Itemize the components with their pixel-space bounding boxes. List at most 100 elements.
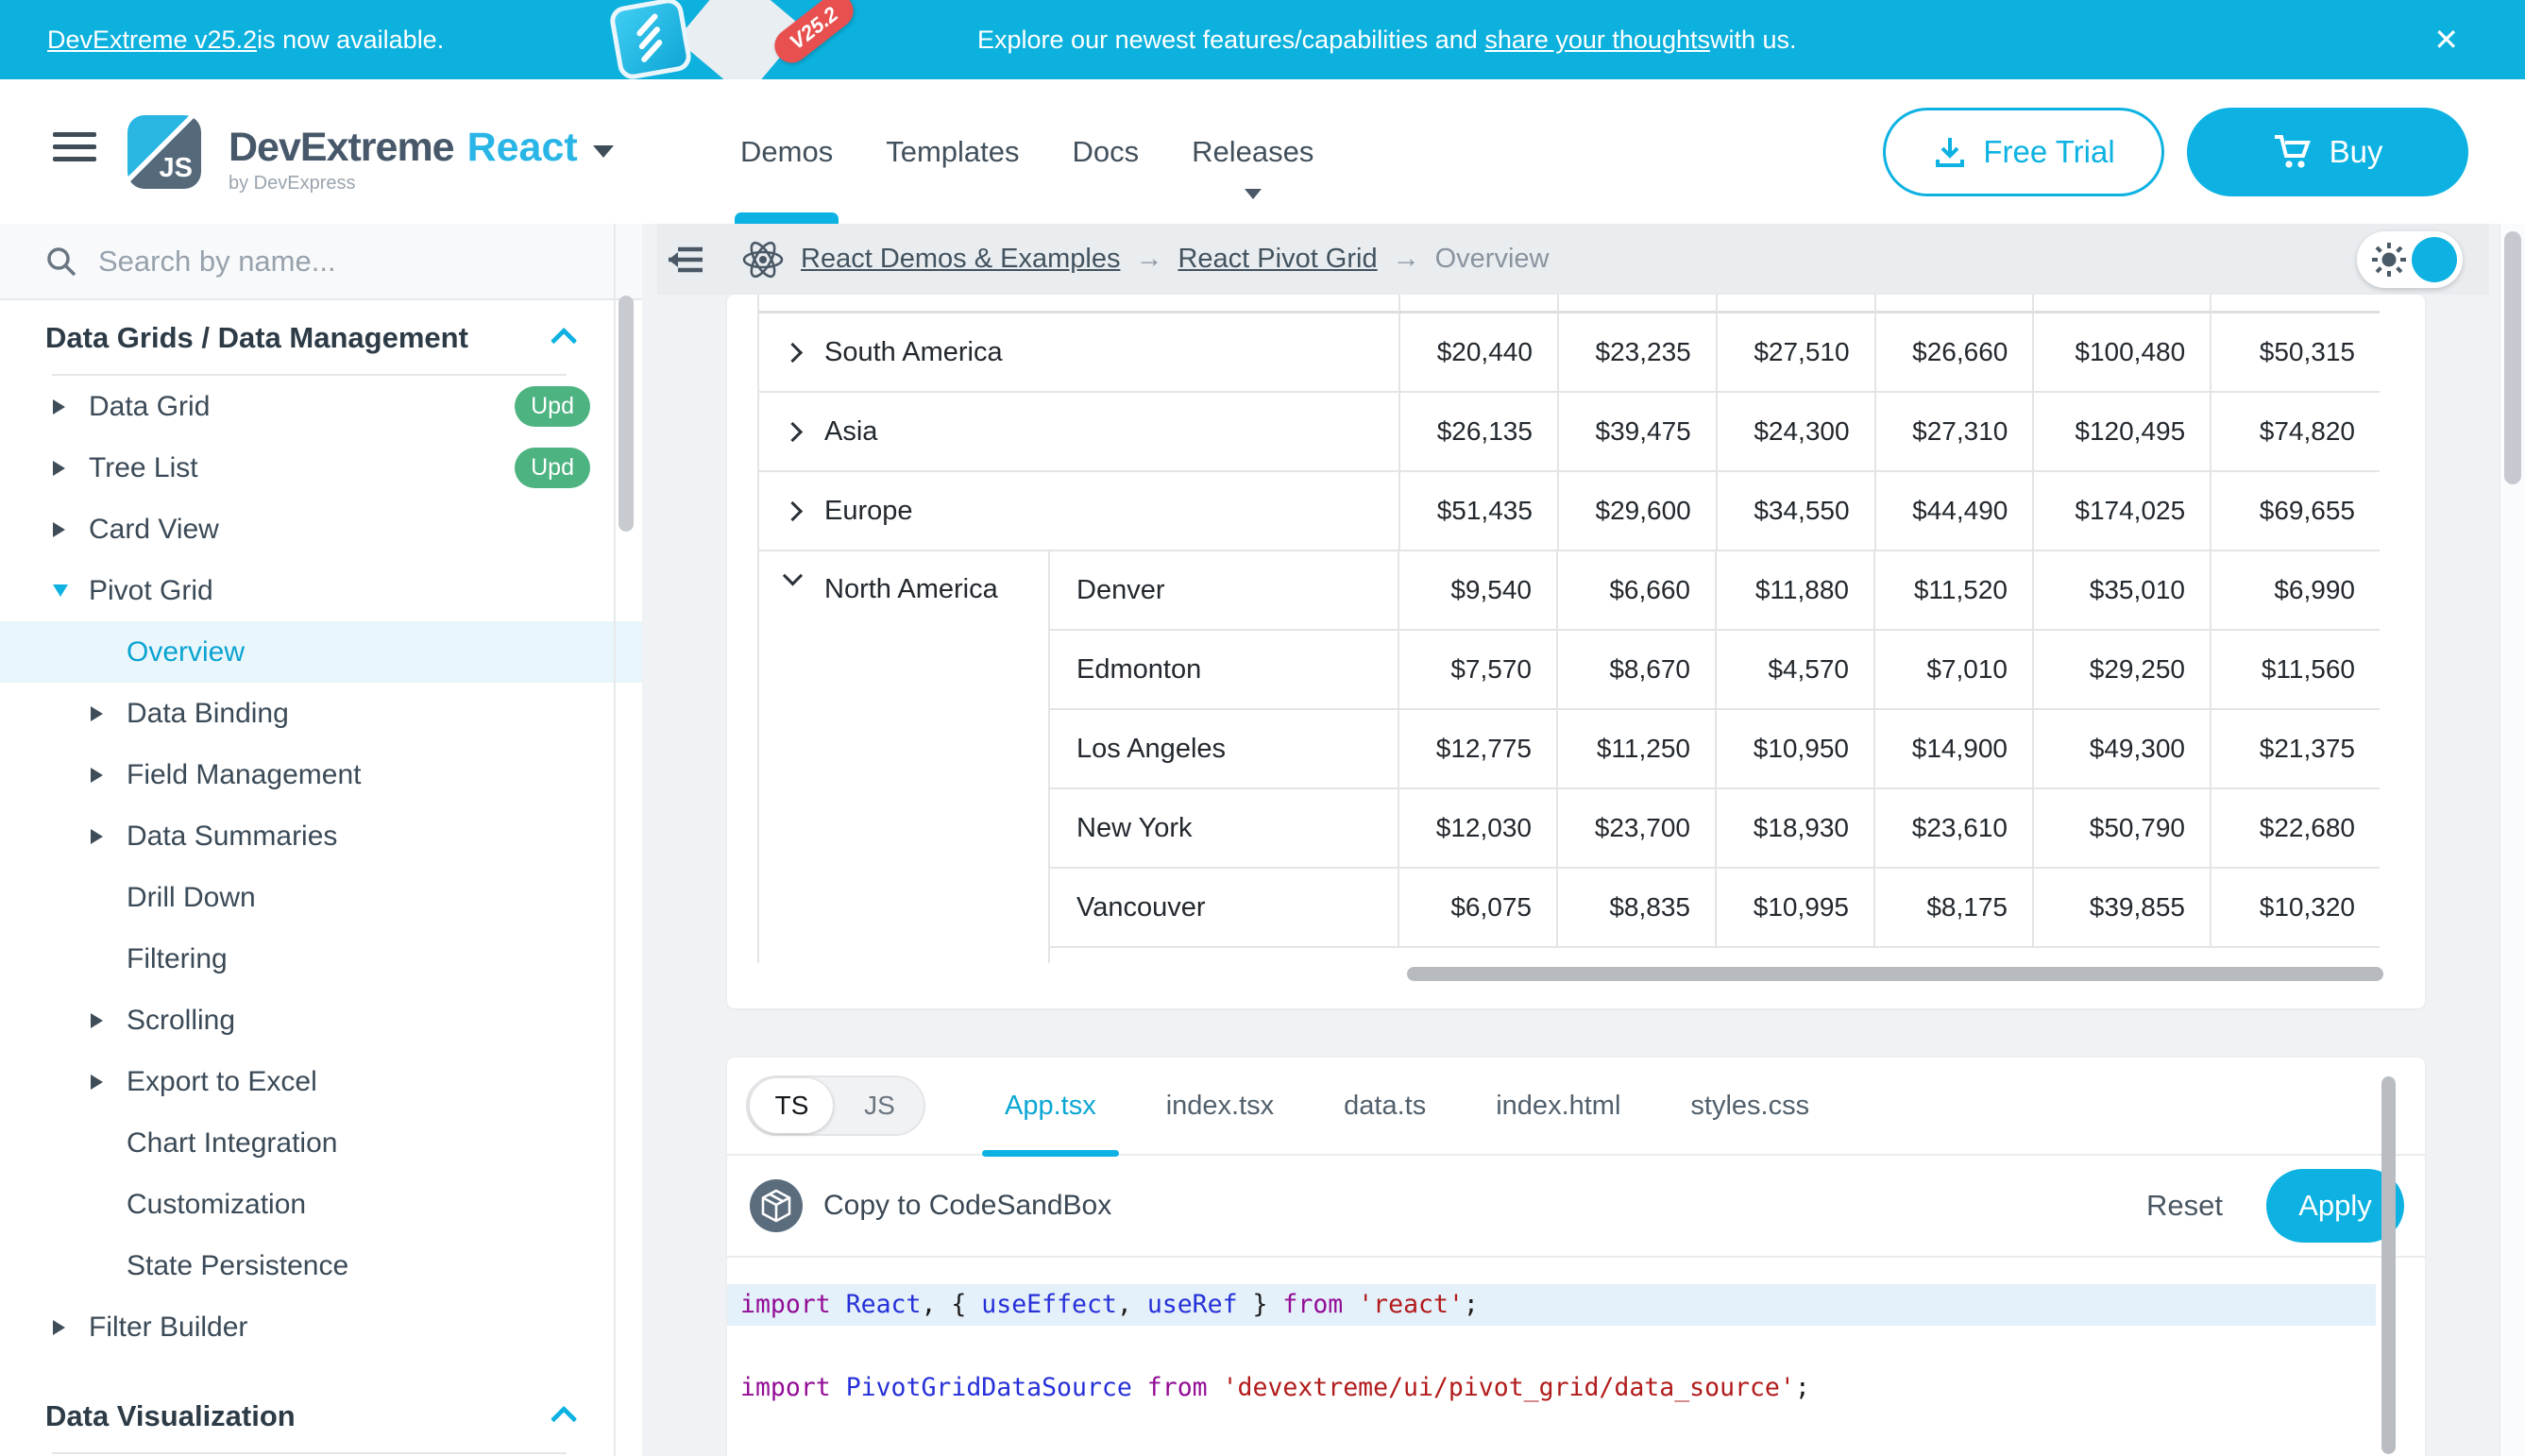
lang-toggle[interactable]: TS JS <box>746 1075 925 1136</box>
lang-option-ts[interactable]: TS <box>748 1091 836 1121</box>
tab-data-ts[interactable]: data.ts <box>1313 1058 1456 1155</box>
close-icon[interactable]: ✕ <box>2433 0 2459 79</box>
chevron-right-icon[interactable] <box>91 706 103 721</box>
sidebar-item-label: Export to Excel <box>127 1066 317 1098</box>
nav-templates[interactable]: Templates <box>859 79 1045 224</box>
sidebar-item-tree-list[interactable]: Tree ListUpd <box>0 437 642 499</box>
page-scrollbar-thumb[interactable] <box>2504 231 2521 484</box>
expand-chevron-icon[interactable] <box>783 342 803 362</box>
pivot-value-cell: $10,995 <box>1715 869 1873 946</box>
tab-app-tsx[interactable]: App.tsx <box>974 1058 1127 1155</box>
page-scrollbar[interactable] <box>2499 224 2525 1456</box>
chevron-right-icon[interactable] <box>91 1013 103 1028</box>
chevron-right-icon[interactable] <box>91 829 103 844</box>
brand-block[interactable]: DevExtreme React by DevExpress <box>229 125 614 195</box>
sidebar-item-chart-integration[interactable]: Chart Integration <box>0 1112 642 1174</box>
sidebar-item-export-to-excel[interactable]: Export to Excel <box>0 1051 642 1112</box>
pivot-value-cell: $6,075 <box>1398 869 1556 946</box>
pivot-city-cell: Denver <box>1050 551 1398 629</box>
react-icon <box>740 238 786 281</box>
chevron-right-icon[interactable] <box>53 1320 65 1335</box>
tab-index-html[interactable]: index.html <box>1466 1058 1651 1155</box>
sidebar-item-card-view[interactable]: Card View <box>0 499 642 560</box>
chevron-right-icon[interactable] <box>91 768 103 783</box>
sidebar-item-scrolling[interactable]: Scrolling <box>0 990 642 1051</box>
pivot-value-cell: $74,820 <box>2210 393 2380 470</box>
sidebar-section-data-visualization[interactable]: Data Visualization <box>0 1379 642 1454</box>
sidebar-item-drill-down[interactable]: Drill Down <box>0 867 642 928</box>
free-trial-button[interactable]: Free Trial <box>1883 108 2164 196</box>
devextreme-logo[interactable]: JS <box>127 115 201 189</box>
code-token: from <box>1147 1373 1208 1402</box>
code-scrollbar[interactable] <box>2381 1076 2396 1454</box>
chevron-up-icon[interactable] <box>551 328 577 354</box>
pivot-value-cell: $8,835 <box>1556 869 1715 946</box>
tab-index-tsx[interactable]: index.tsx <box>1136 1058 1304 1155</box>
announcement-banner: DevExtreme v25.2 is now available. V25.2… <box>0 0 2525 79</box>
nav-releases[interactable]: Releases <box>1165 79 1340 224</box>
tab-styles-css[interactable]: styles.css <box>1660 1058 1839 1155</box>
reset-button[interactable]: Reset <box>2146 1189 2223 1223</box>
sidebar-item-data-grid[interactable]: Data GridUpd <box>0 376 642 437</box>
chevron-down-icon[interactable] <box>593 145 614 158</box>
version-link[interactable]: DevExtreme v25.2 <box>47 25 257 55</box>
sidebar-item-field-management[interactable]: Field Management <box>0 744 642 805</box>
pivot-hscroll-thumb[interactable] <box>1407 967 2383 981</box>
sidebar-item-state-persistence[interactable]: State Persistence <box>0 1235 642 1296</box>
code-token: useEffect <box>981 1290 1117 1319</box>
code-token: 'react' <box>1358 1290 1464 1319</box>
collapse-sidebar-icon[interactable] <box>657 224 714 295</box>
pivot-value-cell: $11,250 <box>1556 710 1715 787</box>
pivot-row-edmonton: Edmonton$7,570$8,670$4,570$7,010$29,250$… <box>1050 631 2380 710</box>
sidebar-item-overview[interactable]: Overview <box>0 621 642 683</box>
banner-version-text: DevExtreme v25.2 is now available. <box>47 0 444 79</box>
nav-demos[interactable]: Demos <box>714 79 859 224</box>
platform-name: React <box>467 125 578 171</box>
chevron-right-icon[interactable] <box>91 1075 103 1090</box>
chevron-up-icon[interactable] <box>551 1406 577 1432</box>
copy-to-codesandbox-button[interactable]: Copy to CodeSandBox <box>750 1179 1111 1232</box>
sidebar-item-label: Field Management <box>127 759 361 791</box>
theme-toggle[interactable] <box>2357 231 2463 288</box>
pivot-region-cell: Europe <box>759 472 1398 550</box>
collapse-chevron-icon[interactable] <box>783 566 803 585</box>
pivot-value-cell: $50,315 <box>2210 313 2380 391</box>
theme-toggle-knob[interactable] <box>2412 237 2457 282</box>
sidebar-item-customization[interactable]: Customization <box>0 1174 642 1235</box>
sidebar-item-filter-builder[interactable]: Filter Builder <box>0 1296 642 1358</box>
menu-icon[interactable] <box>53 132 96 169</box>
pivot-city-cell: Edmonton <box>1050 631 1398 708</box>
code-editor[interactable]: import React, { useEffect, useRef } from… <box>727 1258 2425 1456</box>
sidebar-item-data-summaries[interactable]: Data Summaries <box>0 805 642 867</box>
expand-chevron-icon[interactable] <box>783 421 803 441</box>
code-token: from <box>1282 1290 1343 1319</box>
chevron-right-icon[interactable] <box>53 461 65 476</box>
pivot-row-denver: Denver$9,540$6,660$11,880$11,520$35,010$… <box>1050 551 2380 631</box>
city-label: Vancouver <box>1076 892 1206 923</box>
breadcrumb-link[interactable]: React Demos & Examples <box>801 244 1120 275</box>
breadcrumb: React Demos & Examples→React Pivot Grid→… <box>801 244 1549 275</box>
chevron-right-icon[interactable] <box>53 522 65 537</box>
sidebar-scrollbar[interactable] <box>619 296 634 532</box>
sidebar-item-pivot-grid[interactable]: Pivot Grid <box>0 560 642 621</box>
nav-docs[interactable]: Docs <box>1046 79 1166 224</box>
search-input[interactable] <box>98 245 551 279</box>
breadcrumb-link[interactable]: React Pivot Grid <box>1178 244 1377 275</box>
chevron-right-icon[interactable] <box>53 399 65 415</box>
brand-name: DevExtreme <box>229 125 454 171</box>
sidebar-section-data-grids-data-management[interactable]: Data Grids / Data Management <box>0 300 642 376</box>
sidebar-item-label: Data Summaries <box>127 821 337 853</box>
sidebar-item-label: Tree List <box>89 452 198 484</box>
share-thoughts-link[interactable]: share your thoughts <box>1484 25 1710 55</box>
code-token: ; <box>1795 1373 1810 1402</box>
sidebar-item-data-binding[interactable]: Data Binding <box>0 683 642 744</box>
sun-icon <box>2370 241 2408 279</box>
code-token: 'devextreme/ui/pivot_grid/data_source' <box>1223 1373 1795 1402</box>
chevron-down-icon[interactable] <box>53 584 68 597</box>
sidebar-item-filtering[interactable]: Filtering <box>0 928 642 990</box>
buy-button[interactable]: Buy <box>2187 108 2468 196</box>
lang-option-js[interactable]: JS <box>836 1091 924 1121</box>
nav-label: Releases <box>1192 135 1313 169</box>
sidebar-item-label: Pivot Grid <box>89 575 213 607</box>
expand-chevron-icon[interactable] <box>783 500 803 520</box>
